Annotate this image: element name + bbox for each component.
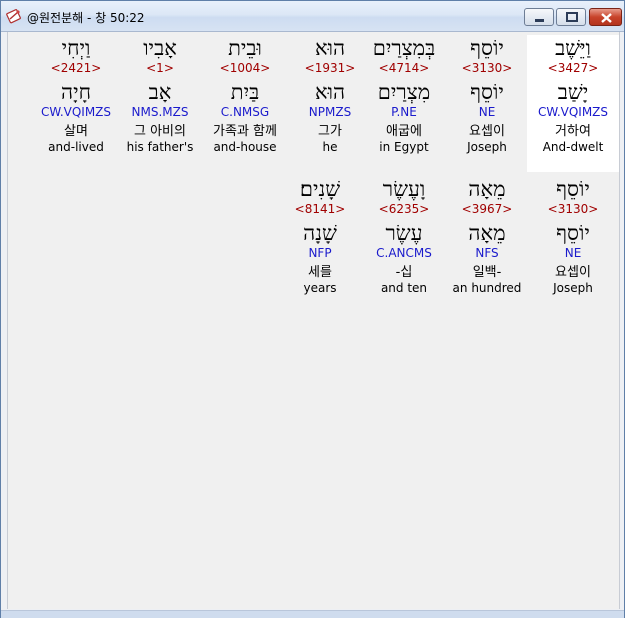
lemma-word: יָשַׁב: [557, 80, 589, 104]
word-block[interactable]: וַיְחִי <2421> חָיָה CW.VQIMZS 살며 and-lived: [30, 35, 122, 155]
maximize-button[interactable]: [556, 8, 586, 26]
morphology-code: CW.VQIMZS: [537, 105, 609, 119]
word-block[interactable]: וַיֵּשֶׁב <3427> יָשַׁב CW.VQIMZS 거하여 And-dwe…: [527, 35, 619, 172]
strong-number: <8141>: [294, 202, 346, 216]
word-block[interactable]: אָבִיו <1> אָב NMS.MZS 그 아비의 his father's: [114, 35, 206, 155]
korean-gloss: 거하여: [555, 124, 591, 139]
english-gloss: his father's: [126, 140, 194, 154]
english-gloss: Joseph: [467, 140, 507, 154]
strong-number: <2421>: [50, 61, 102, 75]
strong-number: <6235>: [378, 202, 430, 216]
korean-gloss: 그 아비의: [134, 124, 186, 139]
english-gloss: years: [303, 281, 337, 295]
english-gloss: Joseph: [553, 281, 593, 295]
english-gloss: and-house: [213, 140, 277, 154]
english-gloss: and ten: [380, 281, 428, 295]
close-button[interactable]: [589, 8, 622, 26]
window-bottom-border: [1, 610, 624, 618]
minimize-icon: [535, 19, 544, 22]
strong-number: <1>: [146, 61, 174, 75]
morphology-code: NFS: [475, 246, 499, 260]
word-block[interactable]: מֵאָה <3967> מֵאָה NFS 일백-an hundred: [441, 176, 533, 296]
hebrew-word: וָעֶשֶׂר: [382, 177, 426, 201]
english-gloss: and-lived: [48, 140, 104, 154]
korean-gloss: 살며: [64, 124, 88, 139]
morphology-code: NMS.MZS: [131, 105, 189, 119]
hebrew-word: הוּא: [314, 36, 346, 60]
korean-gloss: 가족과 함께: [213, 124, 277, 139]
lemma-word: אָב: [148, 80, 172, 104]
morphology-code: NFP: [308, 246, 332, 260]
word-block[interactable]: יוֹסֵף <3130> יוֹסֵף NE 요셉이 Joseph: [527, 176, 619, 296]
maximize-icon: [566, 12, 578, 22]
lemma-word: עֶשֶׂר: [385, 221, 423, 245]
korean-gloss: 세를: [308, 265, 332, 280]
lemma-word: מֵאָה: [468, 221, 506, 245]
korean-gloss: 그가: [318, 124, 342, 139]
hebrew-word: וַיֵּשֶׁב: [555, 36, 591, 60]
korean-gloss: 일백-: [472, 265, 502, 280]
korean-gloss: 요셉이: [469, 124, 505, 139]
hebrew-word: יוֹסֵף: [470, 36, 504, 60]
hebrew-word: שָׁנִים׃: [299, 177, 341, 201]
lemma-word: יוֹסֵף: [470, 80, 504, 104]
lemma-word: שָׁנָה: [303, 221, 337, 245]
close-icon: [601, 13, 612, 23]
lemma-word: חָיָה: [60, 80, 91, 104]
hebrew-word: וּבֵית: [228, 36, 262, 60]
minimize-button[interactable]: [524, 8, 554, 26]
morphology-code: NE: [564, 246, 582, 260]
korean-gloss: -십: [395, 265, 413, 280]
window-title: @원전분해 - 창 50:22: [27, 11, 145, 25]
strong-number: <1931>: [304, 61, 356, 75]
strong-number: <3130>: [461, 61, 513, 75]
word-block[interactable]: וָעֶשֶׂר <6235> עֶשֶׂר C.ANCMS -십 and ten: [358, 176, 450, 296]
word-block[interactable]: יוֹסֵף <3130> יוֹסֵף NE 요셉이 Joseph: [441, 35, 533, 155]
app-window: @원전분해 - 창 50:22 וַיֵּשֶׁב <3427> יָשַׁב CW.…: [0, 0, 625, 618]
lemma-word: בַּיִת: [230, 80, 260, 104]
strong-number: <3427>: [547, 61, 599, 75]
morphology-code: C.ANCMS: [376, 246, 432, 260]
strong-number: <3130>: [547, 202, 599, 216]
word-block[interactable]: הוּא <1931> הוּא NPMZS 그가 he: [284, 35, 376, 155]
english-gloss: And-dwelt: [542, 140, 604, 154]
morphology-code: NE: [478, 105, 496, 119]
title-bar[interactable]: @원전분해 - 창 50:22: [1, 1, 624, 32]
bible-app-icon[interactable]: [6, 8, 22, 24]
strong-number: <1004>: [219, 61, 271, 75]
hebrew-word: וַיְחִי: [61, 36, 91, 60]
morphology-code: CW.VQIMZS: [40, 105, 112, 119]
hebrew-word: יוֹסֵף: [556, 177, 590, 201]
lemma-word: יוֹסֵף: [556, 221, 590, 245]
word-block[interactable]: וּבֵית <1004> בַּיִת C.NMSG 가족과 함께 and-house: [199, 35, 291, 155]
hebrew-word: אָבִיו: [143, 36, 177, 60]
english-gloss: an hundred: [452, 281, 522, 295]
interlinear-panel: וַיֵּשֶׁב <3427> יָשַׁב CW.VQIMZS 거하여 And-dwe…: [7, 32, 620, 609]
word-block[interactable]: שָׁנִים׃ <8141> שָׁנָה NFP 세를 years: [274, 176, 366, 296]
hebrew-word: מֵאָה: [468, 177, 506, 201]
strong-number: <3967>: [461, 202, 513, 216]
english-gloss: he: [322, 140, 338, 154]
morphology-code: NPMZS: [308, 105, 352, 119]
lemma-word: הוּא: [314, 80, 346, 104]
korean-gloss: 요셉이: [555, 265, 591, 280]
morphology-code: C.NMSG: [220, 105, 270, 119]
